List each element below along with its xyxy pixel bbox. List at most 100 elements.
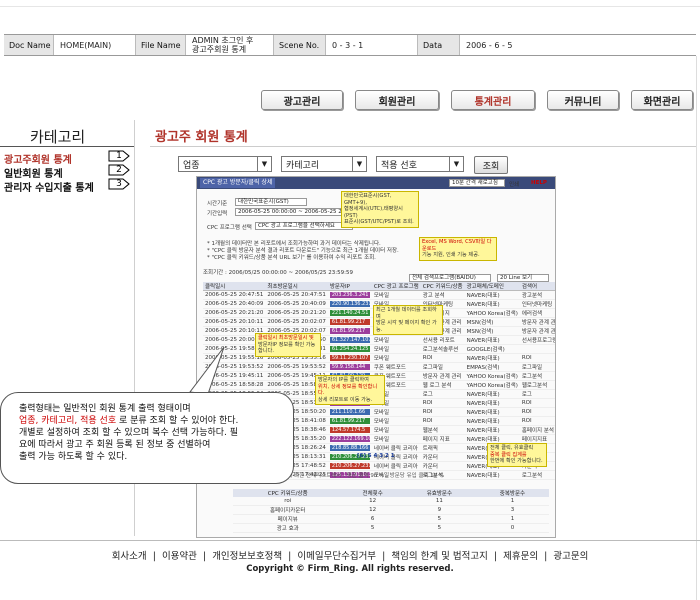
visitor-ip-link[interactable]: 61.327.147.107 bbox=[329, 336, 372, 343]
tab-cpc-detail[interactable]: CPC 광고 방문자/클릭 상세 bbox=[200, 178, 276, 188]
nav-ad-manage[interactable]: 광고관리 bbox=[261, 90, 343, 110]
doc-name-label: Doc Name bbox=[4, 35, 54, 55]
sidebar-item-admin-income-stats[interactable]: 관리자 수입지출 통계 bbox=[4, 179, 94, 194]
footer-link[interactable]: 제휴문의 bbox=[503, 548, 538, 562]
footer-link[interactable]: 개인정보보호정책 bbox=[212, 548, 282, 562]
help-button[interactable]: HELP bbox=[531, 180, 547, 186]
table-cell: 124.57.174.5 bbox=[327, 425, 372, 435]
table-cell: YAHOO Korea(검색) bbox=[464, 380, 520, 390]
table-cell: 2006-05-25 20:47:51 bbox=[203, 290, 266, 300]
footer-link[interactable]: 회사소개 bbox=[112, 548, 147, 562]
note-download: Excel, MS Word, CSV파일 다운로드 기능 지원, 인쇄 기능 … bbox=[419, 237, 497, 261]
footer-link[interactable]: 광고문의 bbox=[553, 548, 588, 562]
nav-screen-manage[interactable]: 화면관리 bbox=[631, 90, 693, 110]
note-aggregate-l3: 한번에 확인 가능합니다. bbox=[490, 458, 543, 464]
footer-separator: | bbox=[146, 551, 162, 562]
table-cell bbox=[519, 344, 555, 354]
note-timezone-l1: 대한민국표준시(GST, GMT+9), bbox=[344, 193, 392, 206]
note-download-l1: Excel, MS Word, CSV파일 다운로드 bbox=[422, 239, 492, 252]
summary-cell: 12 bbox=[342, 505, 403, 515]
table-header-cell: CPC 키워드/상품 bbox=[420, 282, 465, 291]
table-cell: 모바일 bbox=[371, 335, 421, 345]
note-click-info-l2: 방문자IP 정보를 확인 가능합니다. bbox=[258, 341, 316, 355]
visitor-ip-link[interactable]: 218.85.88.166 bbox=[329, 444, 370, 451]
chevron-down-icon: ▼ bbox=[257, 157, 271, 171]
table-row[interactable]: 2006-05-25 20:47:51 2006-05-25 20:47:51 20… bbox=[203, 290, 555, 300]
table-cell: 인터넷마케팅 bbox=[519, 299, 555, 309]
table-cell: 61.81.99.217 bbox=[327, 326, 372, 336]
visitor-ip-link[interactable]: 220.90.136.231 bbox=[329, 300, 372, 307]
step-marker-2: 2 bbox=[108, 164, 130, 176]
summary-table: CPC 키워드/상품 전체횟수 유효방문수 중복방문수 roi 12 11 1 홈페이지카운터… bbox=[233, 489, 549, 533]
visitor-ip-link[interactable]: 61.81.99.217 bbox=[329, 327, 370, 334]
nav-community[interactable]: 커뮤니티 bbox=[547, 90, 619, 110]
table-cell: 59.9.158.144 bbox=[327, 362, 372, 372]
pagination[interactable]: [6] 5 4 3 2 1 bbox=[357, 453, 395, 459]
footer-separator: | bbox=[376, 551, 392, 562]
table-cell: 홈페이지 분석 bbox=[519, 425, 555, 435]
table-cell: 광고분석 bbox=[519, 290, 555, 300]
query-period: 조회기간 : 2006/05/25 00:00:00 ~ 2006/05/25 … bbox=[203, 270, 353, 276]
table-cell: GOOGLE(검색) bbox=[464, 344, 520, 354]
visitor-ip-link[interactable]: 124.57.174.5 bbox=[329, 426, 370, 433]
table-cell: 2006-05-25 20:21:20 bbox=[265, 308, 328, 318]
table-cell: 203.236.3.241 bbox=[327, 290, 372, 300]
visitor-ip-link[interactable]: 222.122.169.103 bbox=[329, 435, 375, 442]
visitor-ip-link[interactable]: 61.81.99.217 bbox=[329, 417, 370, 424]
search-button[interactable]: 조회 bbox=[474, 156, 508, 174]
visitor-ip-link[interactable]: 59.9.158.144 bbox=[329, 363, 370, 370]
table-cell: 방문자 관계 관리 bbox=[519, 317, 555, 327]
table-cell: 페이지 지표 bbox=[420, 434, 465, 444]
table-cell: 로그파일 bbox=[420, 362, 465, 372]
bubble-tail-icon bbox=[189, 346, 225, 395]
visitor-ip-link[interactable]: 203.236.3.241 bbox=[329, 291, 370, 298]
step-marker-3-num: 3 bbox=[116, 179, 122, 189]
visitor-ip-link[interactable]: 210.206.27.231 bbox=[329, 462, 372, 469]
category-select[interactable]: 카테고리 ▼ bbox=[281, 156, 367, 172]
top-rule bbox=[0, 6, 700, 7]
visitor-ip-link[interactable]: 61.81.99.217 bbox=[329, 318, 370, 325]
time-select[interactable]: 대한민국표준시(GST) bbox=[235, 198, 307, 206]
table-cell: 2006-05-25 20:10:11 bbox=[203, 317, 266, 327]
sidebar-item-member-stats[interactable]: 일반회원 통계 bbox=[4, 165, 63, 180]
program-filter[interactable]: 전체 검색프로그램(BAIDU) bbox=[409, 274, 491, 282]
file-name-line-1: ADMIN 초그인 후 bbox=[192, 36, 254, 45]
nav-member-manage[interactable]: 회원관리 bbox=[355, 90, 439, 110]
summary-header-cell: 중복방문수 bbox=[475, 489, 549, 497]
summary-cell: 5 bbox=[402, 523, 476, 533]
table-header-cell: 광고매체/도메인 bbox=[464, 282, 520, 291]
print-button[interactable]: 인쇄 bbox=[509, 180, 519, 188]
table-cell: 로그분석 bbox=[519, 470, 555, 480]
cpc-select[interactable]: CPC 광고 프로그램을 선택하세요 bbox=[255, 222, 353, 230]
note-period-l1: 최근 1개월 데이터를 조회하며 bbox=[376, 307, 437, 320]
table-row[interactable]: 2006-05-25 19:53:52 2006-05-25 19:53:52 59… bbox=[203, 362, 555, 372]
sidebar-item-advertiser-stats[interactable]: 광고주회원 통계 bbox=[4, 151, 72, 166]
visitor-ip-link[interactable]: 61.254.24.125 bbox=[329, 345, 370, 352]
visitor-ip-link[interactable]: 59.11.230.107 bbox=[329, 354, 370, 361]
industry-select[interactable]: 업종 ▼ bbox=[178, 156, 272, 172]
table-cell: 모바일 bbox=[371, 434, 421, 444]
preference-select[interactable]: 적용 선호 ▼ bbox=[376, 156, 464, 172]
visitor-ip-link[interactable]: 211.110.1.66 bbox=[329, 408, 370, 415]
table-cell: 네이버 클릭 코리아 bbox=[371, 461, 421, 471]
step-marker-1-num: 1 bbox=[116, 151, 122, 161]
footer-separator: | bbox=[487, 551, 504, 562]
refresh-select[interactable]: 10분 간격 새로고침 bbox=[449, 179, 505, 187]
step-marker-3: 3 bbox=[108, 178, 130, 190]
footer-link[interactable]: 책임의 한계 및 법적고지 bbox=[391, 548, 487, 562]
table-cell: NAVER(대표) bbox=[464, 398, 520, 408]
nav-stats-manage[interactable]: 통계관리 bbox=[451, 90, 535, 110]
table-header-cell: 최초방문일시 bbox=[265, 282, 328, 291]
footer-link[interactable]: 이메일무단수집거부 bbox=[297, 548, 376, 562]
line-filter[interactable]: 20 Line 보기 bbox=[497, 274, 549, 282]
info-line-3: * "CPC 클릭 키워드/상품 분석 URL 보기" 를 이용하여 수익 리포… bbox=[207, 255, 376, 261]
table-cell: 59.11.230.107 bbox=[327, 353, 372, 363]
table-cell: EMPAS(검색) bbox=[464, 362, 520, 372]
note-download-l2: 기능 지원, 인쇄 기능 제공. bbox=[422, 252, 480, 258]
summary-header-cell: 유효방문수 bbox=[402, 489, 476, 497]
summary-cell: 3 bbox=[475, 505, 549, 515]
summary-cell: 광고 효과 bbox=[233, 523, 343, 533]
visitor-ip-link[interactable]: 221.140.24.51 bbox=[329, 309, 370, 316]
footer-link[interactable]: 이용약관 bbox=[162, 548, 197, 562]
table-cell: 2006-05-25 19:53:52 bbox=[265, 362, 328, 372]
